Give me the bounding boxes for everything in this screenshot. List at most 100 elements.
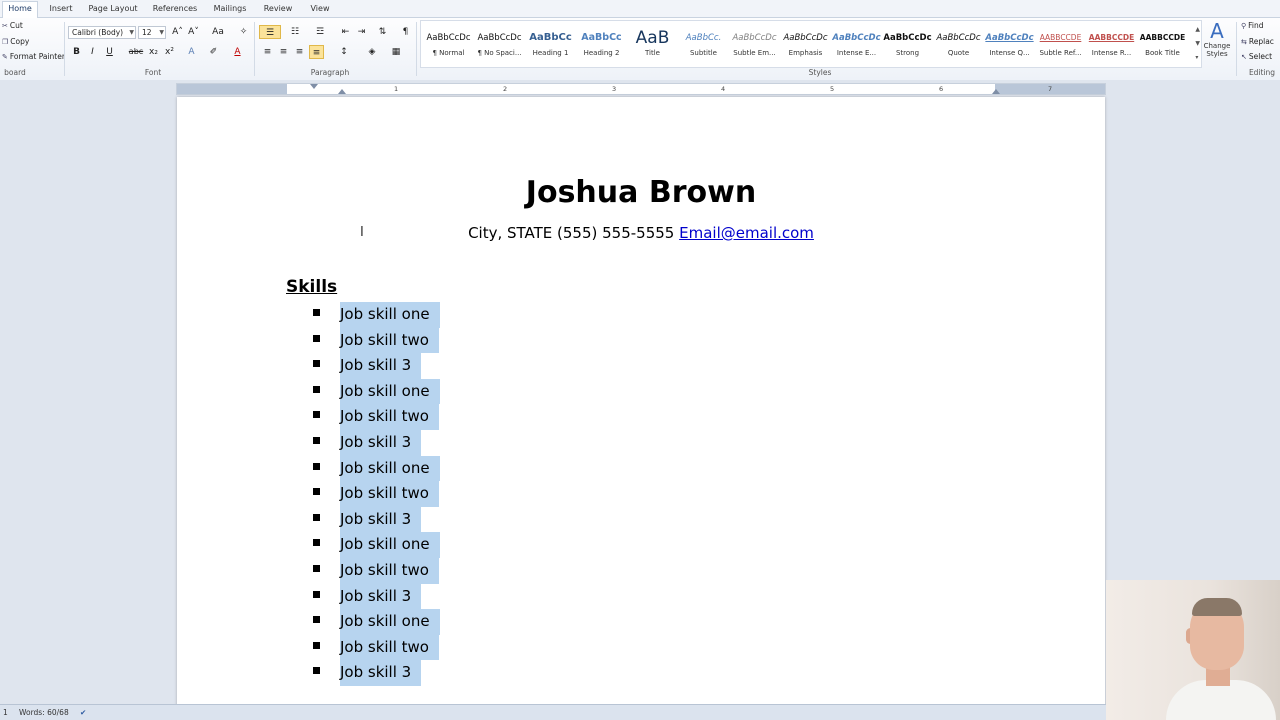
style-normal[interactable]: AaBbCcDc ¶ Normal <box>423 27 474 69</box>
shrink-font-button[interactable]: A˅ <box>186 25 201 39</box>
word-count[interactable]: Words: 60/68 <box>19 705 69 720</box>
skill-text[interactable]: Job skill 3 <box>340 660 422 686</box>
select-button[interactable]: ↖ Select <box>1241 51 1272 63</box>
superscript-button[interactable]: x² <box>162 45 177 59</box>
tab-references[interactable]: References <box>150 2 200 18</box>
editing-group-label: Editing <box>1248 68 1276 77</box>
skill-text[interactable]: Job skill one <box>340 609 440 635</box>
replace-button[interactable]: ⇆ Replac <box>1241 36 1274 48</box>
document-page[interactable]: Joshua Brown City, STATE (555) 555-5555 … <box>177 97 1105 709</box>
bullet-icon <box>313 334 320 342</box>
style-intense-reference[interactable]: AABBCCDE Intense R... <box>1086 27 1137 69</box>
align-center-icon[interactable]: ≡ <box>276 45 291 59</box>
ruler-number: 3 <box>612 85 617 93</box>
skill-text[interactable]: Job skill two <box>340 327 439 354</box>
skills-heading[interactable]: Skills <box>286 277 337 297</box>
shading-icon[interactable]: ◈ <box>362 45 382 59</box>
tab-page-layout[interactable]: Page Layout <box>86 2 140 18</box>
change-case-button[interactable]: Aa <box>208 25 228 39</box>
skill-text[interactable]: Job skill two <box>340 481 439 507</box>
grow-font-button[interactable]: A˄ <box>170 25 185 39</box>
bold-button[interactable]: B <box>69 45 84 59</box>
skill-text[interactable]: Job skill two <box>340 404 439 430</box>
format-painter-button[interactable]: ✎ Format Painter <box>2 51 65 63</box>
horizontal-ruler[interactable]: 1 2 3 4 5 6 7 <box>176 83 1106 95</box>
skill-text[interactable]: Job skill 3 <box>340 353 422 379</box>
skill-text[interactable]: Job skill 3 <box>340 583 422 610</box>
skill-text[interactable]: Job skill 3 <box>340 506 422 533</box>
skill-text[interactable]: Job skill one <box>340 455 440 482</box>
align-left-icon[interactable]: ≡ <box>260 45 275 59</box>
skill-text[interactable]: Job skill one <box>340 302 440 328</box>
styles-gallery: AaBbCcDc ¶ Normal AaBbCcDc ¶ No Spaci... A… <box>420 20 1202 68</box>
style-no-spacing[interactable]: AaBbCcDc ¶ No Spaci... <box>474 27 525 69</box>
skill-text[interactable]: Job skill 3 <box>340 429 422 456</box>
style-quote[interactable]: AaBbCcDc Quote <box>933 27 984 69</box>
font-size-combo[interactable]: 12 ▼ <box>138 26 166 39</box>
tab-mailings[interactable]: Mailings <box>208 2 252 18</box>
underline-button[interactable]: U <box>102 45 117 59</box>
style-strong[interactable]: AaBbCcDc Strong <box>882 27 933 69</box>
change-styles-button[interactable]: A Change Styles <box>1203 20 1231 66</box>
cursor-icon: ↖ <box>1241 53 1247 61</box>
font-color-button[interactable]: A <box>230 45 245 59</box>
tab-home[interactable]: Home <box>2 1 38 19</box>
line-spacing-icon[interactable]: ↕ <box>334 45 354 59</box>
style-emphasis[interactable]: AaBbCcDc Emphasis <box>780 27 831 69</box>
copy-button[interactable]: ❐ Copy <box>2 36 29 48</box>
style-heading-1[interactable]: AaBbCc Heading 1 <box>525 27 576 69</box>
multilevel-list-button[interactable]: ☲ <box>309 25 331 39</box>
style-intense-quote[interactable]: AaBbCcDc Intense Q... <box>984 27 1035 69</box>
sort-icon[interactable]: ⇅ <box>375 25 390 39</box>
font-name-combo[interactable]: Calibri (Body) ▼ <box>68 26 136 39</box>
style-book-title[interactable]: AABBCCDE Book Title <box>1137 27 1188 69</box>
select-label: Select <box>1248 52 1273 61</box>
subscript-button[interactable]: x₂ <box>146 45 161 59</box>
right-indent-marker[interactable] <box>992 89 1000 94</box>
style-title[interactable]: AaB Title <box>627 27 678 69</box>
gallery-scroll-icon[interactable]: ▲ ▼ ▾ <box>1195 23 1200 65</box>
tab-view[interactable]: View <box>304 2 336 18</box>
numbering-button[interactable]: ☷ <box>284 25 306 39</box>
hanging-indent-marker[interactable] <box>338 89 346 94</box>
style-preview: AaBbCc <box>529 32 572 43</box>
bullets-button[interactable]: ☰ <box>259 25 281 39</box>
style-intense-emphasis[interactable]: AaBbCcDc Intense E... <box>831 27 882 69</box>
style-subtitle[interactable]: AaBbCc. Subtitle <box>678 27 729 69</box>
proofing-icon[interactable]: ✔ <box>80 705 86 720</box>
align-right-icon[interactable]: ≡ <box>292 45 307 59</box>
skill-text[interactable]: Job skill two <box>340 634 439 661</box>
style-subtle-reference[interactable]: AABBCCDE Subtle Ref... <box>1035 27 1086 69</box>
clear-formatting-icon[interactable]: ✧ <box>236 25 251 39</box>
decrease-indent-icon[interactable]: ⇤ <box>338 25 353 39</box>
find-button[interactable]: ⚲ Find <box>1241 20 1264 32</box>
strikethrough-button[interactable]: abc <box>126 45 146 59</box>
resume-name-heading[interactable]: Joshua Brown <box>177 175 1105 210</box>
ruler-number: 6 <box>939 85 944 93</box>
tab-review[interactable]: Review <box>260 2 296 18</box>
skill-text[interactable]: Job skill one <box>340 378 440 405</box>
style-subtle-emphasis[interactable]: AaBbCcDc Subtle Em... <box>729 27 780 69</box>
style-heading-2[interactable]: AaBbCc Heading 2 <box>576 27 627 69</box>
skill-text[interactable]: Job skill one <box>340 532 440 558</box>
justify-icon[interactable]: ≡ <box>309 45 324 59</box>
first-line-indent-marker[interactable] <box>310 84 318 89</box>
tab-insert[interactable]: Insert <box>44 2 78 18</box>
skill-text[interactable]: Job skill two <box>340 557 439 584</box>
style-name: Subtle Ref... <box>1039 49 1082 57</box>
page-indicator[interactable]: 1 <box>3 705 8 720</box>
increase-indent-icon[interactable]: ⇥ <box>354 25 369 39</box>
borders-icon[interactable]: ▦ <box>386 45 406 59</box>
italic-button[interactable]: I <box>85 45 100 59</box>
show-formatting-button[interactable]: ¶ <box>398 25 413 39</box>
contact-line[interactable]: City, STATE (555) 555-5555 Email@email.c… <box>177 224 1105 242</box>
email-link[interactable]: Email@email.com <box>679 224 814 242</box>
highlight-icon[interactable]: ✐ <box>206 45 221 59</box>
style-name: Emphasis <box>788 49 823 57</box>
ruler-number: 5 <box>830 85 835 93</box>
style-preview: AaBbCcDc <box>426 33 471 43</box>
replace-label: Replac <box>1248 37 1274 46</box>
text-effects-icon[interactable]: A <box>184 45 199 59</box>
bullet-icon <box>313 411 320 419</box>
cut-button[interactable]: ✂ Cut <box>2 20 23 32</box>
